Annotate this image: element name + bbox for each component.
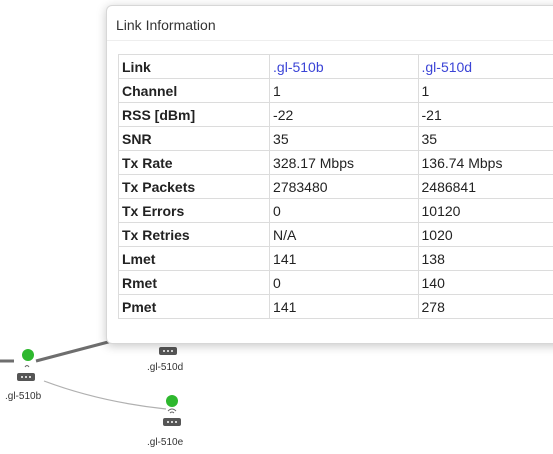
table-row: Link .gl-510b .gl-510d: [117, 54, 553, 79]
cell-value: 2486841: [417, 174, 553, 199]
cell-value: -22: [269, 102, 419, 127]
cell-value: 2783480: [269, 174, 419, 199]
cell-value: 1: [417, 78, 553, 103]
cell-value: 1020: [417, 222, 553, 247]
cell-value: 138: [417, 246, 553, 271]
row-label: Channel: [117, 78, 271, 103]
link-gl-510b-gl-510d[interactable]: [35, 339, 113, 363]
table-row: Tx Rate 328.17 Mbps 136.74 Mbps: [117, 150, 553, 175]
row-label: Tx Retries: [117, 222, 271, 247]
cell-value: 141: [269, 246, 419, 271]
cell-value: 278: [417, 294, 553, 319]
divider: [107, 40, 553, 41]
table-row: Lmet 141 138: [117, 246, 553, 271]
cell-value: 0: [269, 198, 419, 223]
table-row: Tx Retries N/A 1020: [117, 222, 553, 247]
cell-value: 35: [269, 126, 419, 151]
cell-value: 1: [269, 78, 419, 103]
cell-value: 0: [269, 270, 419, 295]
row-label: Pmet: [117, 294, 271, 319]
cell-value: 10120: [417, 198, 553, 223]
cell-value: 141: [269, 294, 419, 319]
cell-value: 328.17 Mbps: [269, 150, 419, 175]
status-dot: [22, 349, 34, 361]
node-label: .gl-510d: [147, 362, 184, 373]
link-information-popup: Link Information Link .gl-510b .gl-510d …: [106, 5, 553, 344]
cell-value: 140: [417, 270, 553, 295]
table-row: RSS [dBm] -22 -21: [117, 102, 553, 127]
popup-title: Link Information: [116, 17, 216, 33]
table-row: SNR 35 35: [117, 126, 553, 151]
row-label: Link: [117, 54, 271, 79]
router-icon: [163, 408, 181, 426]
cell-value: 35: [417, 126, 553, 151]
link-node-gl-510d[interactable]: .gl-510d: [417, 54, 553, 79]
node-label: .gl-510b: [5, 391, 42, 402]
node-label: .gl-510e: [147, 437, 184, 448]
table-row: Rmet 0 140: [117, 270, 553, 295]
table-row: Channel 1 1: [117, 78, 553, 103]
row-label: SNR: [117, 126, 271, 151]
table-row: Tx Errors 0 10120: [117, 198, 553, 223]
router-icon: [17, 365, 35, 381]
cell-value: 136.74 Mbps: [417, 150, 553, 175]
status-dot: [166, 395, 178, 407]
row-label: Tx Rate: [117, 150, 271, 175]
cell-value: -21: [417, 102, 553, 127]
table-row: Pmet 141 278: [117, 294, 553, 319]
row-label: Tx Packets: [117, 174, 271, 199]
row-label: Rmet: [117, 270, 271, 295]
row-label: RSS [dBm]: [117, 102, 271, 127]
link-gl-510b-gl-510e[interactable]: [43, 380, 167, 410]
row-label: Lmet: [117, 246, 271, 271]
row-label: Tx Errors: [117, 198, 271, 223]
cell-value: N/A: [269, 222, 419, 247]
link-info-table: Link .gl-510b .gl-510d Channel 1 1 RSS […: [117, 54, 553, 319]
table-row: Tx Packets 2783480 2486841: [117, 174, 553, 199]
link-node-gl-510b[interactable]: .gl-510b: [269, 54, 419, 79]
